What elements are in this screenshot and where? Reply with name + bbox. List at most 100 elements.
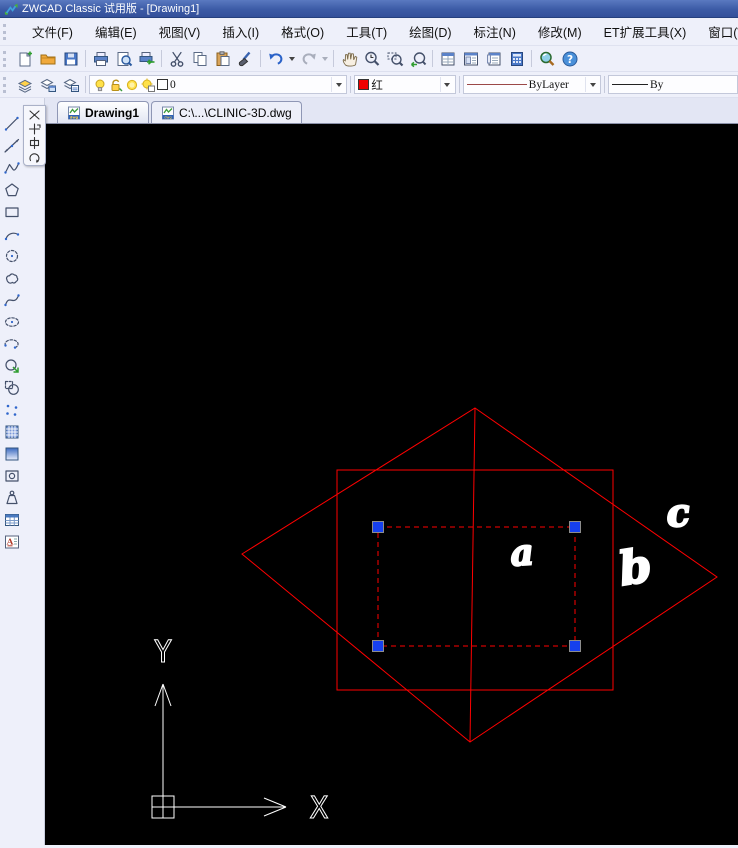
paste-button[interactable] [211, 48, 234, 69]
layer-previous-button[interactable] [36, 74, 59, 95]
redo-button[interactable] [297, 48, 320, 69]
menu-item-modify[interactable]: 修改(M) [527, 18, 593, 45]
polygon-button[interactable] [1, 179, 23, 201]
cut-button[interactable] [165, 48, 188, 69]
snap-midpoint-button[interactable] [26, 136, 43, 149]
snap-from-button[interactable] [26, 122, 43, 135]
match-properties-button[interactable] [234, 48, 257, 69]
grip-top-right[interactable] [569, 521, 581, 533]
ucs-icon: Y X [151, 635, 329, 827]
line-icon [4, 116, 19, 131]
spline-icon [4, 294, 20, 307]
selected-rectangle-entity[interactable] [377, 526, 576, 647]
copy-icon [193, 51, 206, 66]
polyline-icon [4, 162, 20, 174]
zoom-window-button[interactable] [383, 48, 406, 69]
design-center-button[interactable] [459, 48, 482, 69]
layer-states-button[interactable] [59, 74, 82, 95]
snap-arc-icon [29, 152, 40, 163]
circle-button[interactable] [1, 245, 23, 267]
drawing-canvas[interactable]: a b c Y X [45, 124, 738, 845]
menu-item-edit[interactable]: 编辑(E) [84, 18, 148, 45]
undo-button[interactable] [264, 48, 287, 69]
annotation-letter-c[interactable]: c [664, 488, 692, 537]
print-button[interactable] [89, 48, 112, 69]
layer-combo[interactable]: 0 [89, 75, 348, 94]
tab-clinic-3d[interactable]: dwg C:\...\CLINIC-3D.dwg [151, 101, 302, 123]
svg-text:dwg: dwg [70, 115, 79, 119]
annotation-letter-b[interactable]: b [614, 537, 656, 598]
multiline-text-button[interactable]: A [1, 531, 23, 553]
print-preview-button[interactable] [112, 48, 135, 69]
drawing-viewport: a b c Y X [151, 407, 718, 827]
open-file-button[interactable] [36, 48, 59, 69]
layer-properties-button[interactable] [13, 74, 36, 95]
menu-item-draw[interactable]: 绘图(D) [398, 18, 462, 45]
properties-toolbar: 0 红 ByLayer By [0, 72, 738, 98]
pan-button[interactable] [337, 48, 360, 69]
menu-item-dimension[interactable]: 标注(N) [463, 18, 527, 45]
temporary-track-point-button[interactable] [26, 108, 43, 121]
save-button[interactable] [59, 48, 82, 69]
toolbar-grip-2[interactable] [3, 76, 9, 93]
polyline-button[interactable] [1, 157, 23, 179]
publish-button[interactable] [135, 48, 158, 69]
design-center-icon [463, 52, 478, 65]
toolbar-grip[interactable] [3, 50, 9, 67]
construction-line-button[interactable] [1, 135, 23, 157]
spline-button[interactable] [1, 289, 23, 311]
save-icon [64, 52, 77, 65]
revision-cloud-button[interactable] [1, 267, 23, 289]
find-button[interactable] [535, 48, 558, 69]
tool-palettes-button[interactable] [482, 48, 505, 69]
redo-dropdown[interactable] [322, 56, 328, 61]
menu-item-view[interactable]: 视图(V) [148, 18, 212, 45]
menu-item-format[interactable]: 格式(O) [270, 18, 335, 45]
menu-item-express-tools[interactable]: ET扩展工具(X) [593, 18, 698, 45]
menu-bar: dwg 文件(F) 编辑(E) 视图(V) 插入(I) 格式(O) 工具(T) … [0, 18, 738, 46]
hatch-button[interactable] [1, 421, 23, 443]
rectangle-button[interactable] [1, 201, 23, 223]
circle-icon [5, 249, 19, 263]
grip-bottom-left[interactable] [372, 640, 384, 652]
copy-button[interactable] [188, 48, 211, 69]
layer-thaw-sun-icon [126, 79, 138, 90]
color-combo-dropdown[interactable] [439, 77, 454, 92]
gradient-button[interactable] [1, 443, 23, 465]
region-button[interactable] [1, 465, 23, 487]
menubar-grip[interactable] [3, 23, 9, 40]
quick-calc-button[interactable] [505, 48, 528, 69]
point-button[interactable] [1, 399, 23, 421]
menu-item-insert[interactable]: 插入(I) [211, 18, 270, 45]
snap-arc-button[interactable] [26, 150, 43, 163]
vertical-line-entity[interactable] [469, 407, 476, 743]
insert-block-button[interactable] [1, 355, 23, 377]
color-combo[interactable]: 红 [354, 75, 456, 94]
linetype-combo-dropdown[interactable] [585, 77, 599, 92]
help-button[interactable]: ? [558, 48, 581, 69]
grip-top-left[interactable] [372, 521, 384, 533]
print-preview-icon [117, 51, 132, 66]
new-file-button[interactable] [13, 48, 36, 69]
cut-icon [170, 51, 183, 67]
zoom-realtime-button[interactable] [360, 48, 383, 69]
make-block-button[interactable] [1, 377, 23, 399]
linetype-combo[interactable]: ByLayer [462, 75, 602, 94]
table-button[interactable] [1, 509, 23, 531]
lineweight-combo[interactable]: By [608, 75, 738, 94]
menu-item-file[interactable]: 文件(F) [21, 18, 84, 45]
layer-combo-dropdown[interactable] [331, 77, 345, 92]
annotation-letter-a[interactable]: a [508, 530, 536, 576]
ellipse-button[interactable] [1, 311, 23, 333]
wipeout-button[interactable] [1, 487, 23, 509]
menu-item-window[interactable]: 窗口(W) [697, 18, 738, 45]
arc-button[interactable] [1, 223, 23, 245]
line-button[interactable] [1, 113, 23, 135]
ellipse-arc-button[interactable] [1, 333, 23, 355]
undo-dropdown[interactable] [289, 56, 295, 61]
menu-item-tools[interactable]: 工具(T) [335, 18, 398, 45]
grip-bottom-right[interactable] [569, 640, 581, 652]
properties-palette-button[interactable] [436, 48, 459, 69]
tab-drawing1[interactable]: dwg Drawing1 [57, 101, 150, 123]
zoom-previous-button[interactable] [406, 48, 429, 69]
